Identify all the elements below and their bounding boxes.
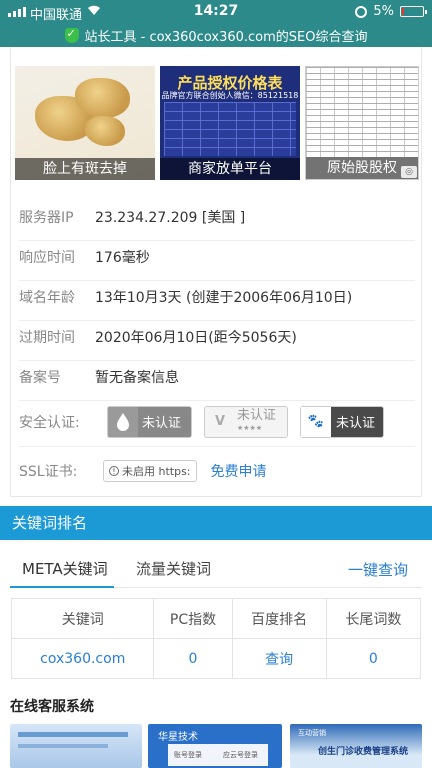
- service-thumb-2[interactable]: 华星技术 账号登录 应云号登录: [148, 724, 282, 768]
- table-header-row: 关键词 PC指数 百度排名 长尾词数: [10, 598, 422, 639]
- ad-banner: 脸上有斑去掉 产品授权价格表 品牌官方联合创始人微信：85121518 商家放单…: [15, 66, 419, 180]
- ad-caption-1: 脸上有斑去掉: [15, 158, 155, 180]
- cert-badge-paw[interactable]: 🐾 未认证: [300, 405, 384, 438]
- service-thumb-1[interactable]: [10, 724, 142, 768]
- cert-badge-drop[interactable]: 未认证: [107, 405, 192, 438]
- service-login-box: 账号登录 应云号登录: [168, 744, 268, 766]
- server-ip-value[interactable]: 23.234.27.209 [美国 ]: [95, 207, 245, 227]
- ssl-row: SSL证书: ! 未启用 https: 免费申请: [19, 447, 415, 495]
- ad-caption-2: 商家放单平台: [160, 158, 300, 180]
- ad-thumb-2[interactable]: 产品授权价格表 品牌官方联合创始人微信：85121518 商家放单平台: [160, 66, 300, 180]
- active-tab-indicator: [10, 586, 114, 588]
- expire-remaining: (距今5056天): [208, 329, 297, 346]
- paw-icon: 🐾: [301, 406, 331, 437]
- ad-pricing-subtitle: 品牌官方联合创始人微信：85121518: [161, 91, 299, 100]
- ssl-apply-link[interactable]: 免费申请: [211, 461, 267, 481]
- service-section-title: 在线客服系统: [10, 699, 94, 715]
- response-time-value[interactable]: 176毫秒: [95, 247, 150, 267]
- ssl-label: SSL证书:: [19, 464, 78, 480]
- col-longtail: 长尾词数: [325, 598, 422, 639]
- site-info-card: 脸上有斑去掉 产品授权价格表 品牌官方联合创始人微信：85121518 商家放单…: [10, 47, 422, 497]
- keyword-section-header: 关键词排名: [0, 506, 432, 540]
- keyword-tabs: META关键词 流量关键词 一键查询: [10, 552, 422, 588]
- response-time-label: 响应时间: [19, 249, 75, 266]
- icp-row: 备案号 暂无备案信息: [19, 353, 415, 401]
- ssl-info-icon: !: [109, 466, 119, 476]
- expire-date: 2020年06月10日: [95, 329, 209, 346]
- domain-age-label: 域名年龄: [19, 289, 75, 306]
- cert-badge-v-stars: ★★★★: [237, 423, 263, 432]
- ad-thumb-3[interactable]: 原始股股权: [305, 66, 419, 180]
- domain-age-value: 13年10月3天 (创建于2006年06月10日): [95, 289, 353, 306]
- service-field-1: 账号登录: [174, 751, 202, 759]
- table-row: cox360.com 0 查询 0: [10, 638, 422, 679]
- service-logo-2: 华星技术: [158, 732, 198, 743]
- service-name-3: 创生门诊收费管理系统: [318, 747, 409, 757]
- security-label: 安全认证:: [19, 414, 80, 431]
- ad-pricing-table: [164, 102, 296, 156]
- page-title: 站长工具 - cox360cox360.com的SEO综合查询: [84, 30, 368, 45]
- expire-label: 过期时间: [19, 329, 75, 346]
- ssl-status-text: 未启用 https:: [122, 465, 191, 478]
- cert-badge-v-text: 未认证: [237, 407, 277, 423]
- cell-baidu-rank[interactable]: 查询: [231, 638, 327, 679]
- col-baidu-rank: 百度排名: [231, 598, 327, 639]
- battery-percent: 5%: [373, 4, 394, 19]
- water-drop-icon: [108, 406, 138, 437]
- tab-meta-keywords[interactable]: META关键词: [22, 558, 108, 579]
- service-thumb-3[interactable]: 互动营销 创生门诊收费管理系统: [290, 724, 422, 768]
- ad-thumb-1[interactable]: 脸上有斑去掉: [15, 66, 155, 180]
- status-bar: 中国联通 14:27 5%: [0, 0, 432, 24]
- tab-traffic-keywords[interactable]: 流量关键词: [136, 558, 211, 579]
- icp-value: 暂无备案信息: [95, 369, 179, 386]
- ad-spreadsheet: [306, 67, 418, 157]
- server-ip-label: 服务器IP: [19, 209, 74, 226]
- one-click-query-link[interactable]: 一键查询: [348, 559, 408, 580]
- cert-badge-drop-text: 未认证: [142, 416, 182, 431]
- col-pc-index: PC指数: [153, 598, 233, 639]
- col-keyword: 关键词: [10, 598, 155, 639]
- cell-longtail: 0: [325, 638, 422, 679]
- cert-badge-paw-text: 未认证: [336, 416, 376, 431]
- secure-shield-icon: [64, 27, 79, 43]
- top-bar: 中国联通 14:27 5% 站长工具 - cox360cox360.com的SE…: [0, 0, 432, 47]
- security-row: 安全认证: 未认证 V 未认证 ★★★★ 🐾 未认证: [19, 397, 415, 447]
- cell-keyword[interactable]: cox360.com: [10, 638, 155, 679]
- cert-badge-v[interactable]: V 未认证 ★★★★: [204, 405, 288, 438]
- icp-label: 备案号: [19, 369, 61, 386]
- cell-pc-index: 0: [153, 638, 233, 679]
- ad-info-icon[interactable]: ◎: [401, 166, 417, 178]
- v-shield-icon: V: [214, 414, 226, 429]
- service-tag-3: 互动营销: [298, 729, 326, 737]
- keyword-table: 关键词 PC指数 百度排名 长尾词数 cox360.com 0 查询 0: [10, 598, 422, 679]
- rotation-lock-icon: [355, 5, 368, 18]
- url-bar[interactable]: 站长工具 - cox360cox360.com的SEO综合查询: [0, 24, 432, 47]
- ssl-status-badge: ! 未启用 https:: [103, 460, 197, 482]
- service-field-2: 应云号登录: [223, 751, 258, 759]
- battery-icon: [400, 6, 427, 17]
